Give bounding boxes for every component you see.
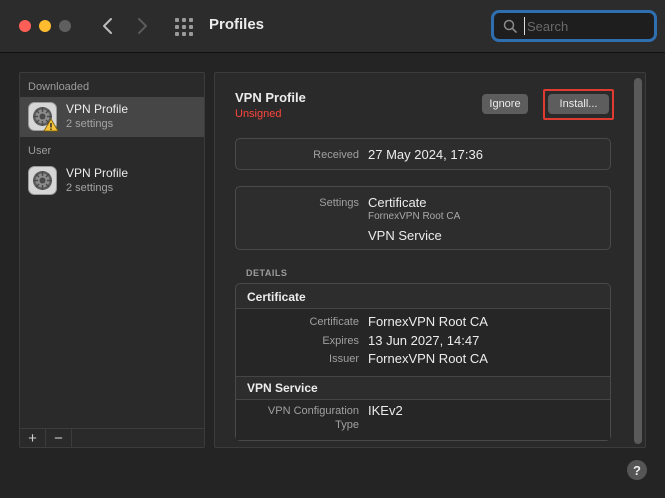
details-vpn-service-heading: VPN Service: [247, 381, 318, 395]
sidebar-item-name: VPN Profile: [66, 166, 129, 180]
forward-button[interactable]: [131, 14, 155, 38]
sidebar-item-user-vpn-profile[interactable]: VPN Profile 2 settings: [20, 161, 204, 201]
sidebar-item-subtitle: 2 settings: [66, 182, 114, 194]
setting-title-vpn-service: VPN Service: [368, 228, 442, 243]
profiles-sidebar: Downloaded VPN Profile 2 settings User V…: [19, 72, 205, 448]
detail-key: Issuer: [329, 353, 359, 365]
detail-value: FornexVPN Root CA: [368, 351, 488, 366]
search-input[interactable]: [524, 17, 649, 35]
sidebar-toolbar: + −: [20, 428, 204, 447]
sidebar-item-name: VPN Profile: [66, 102, 129, 116]
setting-title-certificate: Certificate: [368, 195, 427, 210]
received-value: 27 May 2024, 17:36: [368, 147, 483, 162]
chevron-left-icon: [103, 18, 112, 34]
install-highlight: Install...: [543, 89, 614, 120]
search-icon: [503, 19, 517, 33]
ignore-button[interactable]: Ignore: [482, 94, 528, 114]
back-button[interactable]: [95, 14, 119, 38]
grid-icon: [175, 18, 179, 22]
details-card: Certificate Certificate FornexVPN Root C…: [235, 283, 611, 441]
detail-key: VPN Configuration: [267, 405, 359, 417]
detail-value: 13 Jun 2027, 14:47: [368, 333, 480, 348]
section-label-downloaded: Downloaded: [28, 81, 90, 93]
show-all-grid-button[interactable]: [174, 17, 194, 37]
settings-key: Settings: [319, 197, 359, 209]
add-profile-button[interactable]: +: [20, 429, 46, 447]
sidebar-item-subtitle: 2 settings: [66, 118, 114, 130]
scrollbar[interactable]: [634, 78, 642, 444]
section-label-user: User: [28, 145, 52, 157]
chevron-right-icon: [138, 18, 147, 34]
remove-profile-button[interactable]: −: [46, 429, 72, 447]
search-field[interactable]: [491, 10, 657, 42]
certificate-details-group: Certificate FornexVPN Root CA Expires 13…: [236, 309, 610, 376]
zoom-window-button[interactable]: [59, 20, 71, 32]
profile-title: VPN Profile: [235, 90, 306, 105]
warning-icon: [43, 118, 59, 132]
status-badge: Unsigned: [235, 108, 282, 120]
detail-key-continued: Type: [335, 419, 359, 431]
close-window-button[interactable]: [19, 20, 31, 32]
sidebar-item-downloaded-vpn-profile[interactable]: VPN Profile 2 settings: [20, 97, 204, 137]
details-certificate-heading: Certificate: [247, 290, 306, 304]
detail-value: FornexVPN Root CA: [368, 314, 488, 329]
profile-detail-panel: VPN Profile Unsigned Ignore Install... R…: [214, 72, 646, 448]
minimize-window-button[interactable]: [39, 20, 51, 32]
detail-key: Certificate: [309, 316, 359, 328]
setting-subtitle-certificate: FornexVPN Root CA: [368, 211, 461, 222]
settings-card: Settings Certificate FornexVPN Root CA V…: [235, 186, 611, 250]
received-card: Received 27 May 2024, 17:36: [235, 138, 611, 170]
install-button[interactable]: Install...: [548, 94, 609, 114]
title-bar: Profiles: [0, 0, 665, 53]
received-key: Received: [313, 149, 359, 161]
detail-key: Expires: [322, 335, 359, 347]
help-button[interactable]: ?: [627, 460, 647, 480]
window-title: Profiles: [209, 16, 265, 33]
details-section-label: DETAILS: [246, 268, 288, 278]
profiles-window: Profiles Downloaded VPN P: [0, 0, 665, 498]
vpn-service-details-group: VPN Configuration Type IKEv2: [236, 400, 610, 440]
detail-value: IKEv2: [368, 403, 403, 418]
gear-icon: [28, 166, 57, 195]
